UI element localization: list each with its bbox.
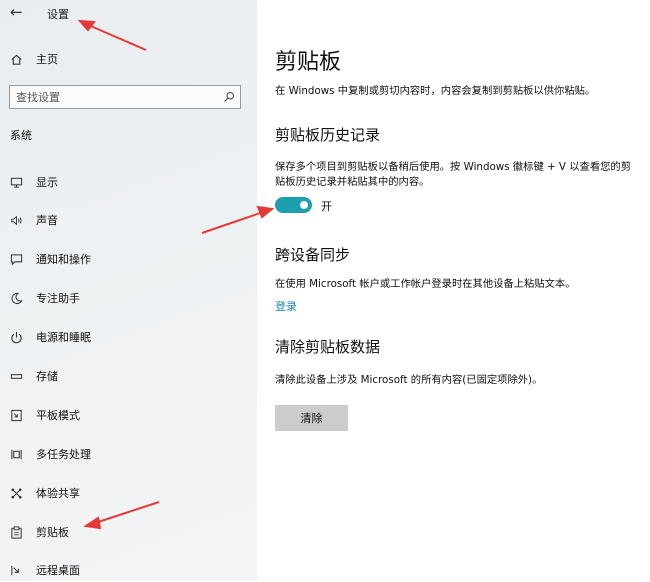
toggle-state-label: 开 xyxy=(321,200,332,213)
speaker-icon xyxy=(9,213,23,227)
sidebar-item-home[interactable]: 主页 xyxy=(0,47,257,71)
content-pane: 剪贴板 在 Windows 中复制或剪切内容时，内容会复制到剪贴板以供你粘贴。 … xyxy=(257,0,650,581)
sidebar-item-tablet-mode[interactable]: 平板模式 xyxy=(0,403,257,427)
sidebar-item-label: 多任务处理 xyxy=(36,448,91,461)
clear-button[interactable]: 清除 xyxy=(275,405,348,431)
search-input[interactable] xyxy=(10,89,218,105)
sign-in-link[interactable]: 登录 xyxy=(275,298,297,314)
remote-icon xyxy=(9,563,23,577)
sidebar-item-label: 声音 xyxy=(36,214,58,227)
page-title: 剪贴板 xyxy=(275,50,342,75)
sidebar-item-storage[interactable]: 存储 xyxy=(0,364,257,388)
sidebar-item-focus-assist[interactable]: 专注助手 xyxy=(0,286,257,310)
sidebar-item-label: 电源和睡眠 xyxy=(36,331,91,344)
sidebar-item-power-sleep[interactable]: 电源和睡眠 xyxy=(0,325,257,349)
sidebar-item-label: 显示 xyxy=(36,176,58,189)
sidebar-item-label: 剪贴板 xyxy=(36,526,69,539)
section-label: 系统 xyxy=(10,129,32,142)
sync-description: 在使用 Microsoft 帐户或工作帐户登录时在其他设备上粘贴文本。 xyxy=(275,278,576,290)
share-icon xyxy=(9,486,23,500)
sidebar-item-label: 体验共享 xyxy=(36,487,80,500)
sidebar-item-notifications[interactable]: 通知和操作 xyxy=(0,247,257,271)
sidebar-item-shared-experiences[interactable]: 体验共享 xyxy=(0,481,257,505)
sidebar-item-label: 平板模式 xyxy=(36,409,80,422)
search-box xyxy=(9,85,241,109)
tablet-icon xyxy=(9,408,23,422)
message-icon xyxy=(9,252,23,266)
intro-text: 在 Windows 中复制或剪切内容时，内容会复制到剪贴板以供你粘贴。 xyxy=(275,85,596,97)
sidebar-item-label: 专注助手 xyxy=(36,292,80,305)
toggle-knob xyxy=(300,201,308,209)
title-bar: ← 设置 xyxy=(0,0,257,30)
storage-icon xyxy=(9,369,23,383)
app-title: 设置 xyxy=(47,8,69,21)
clear-heading: 清除剪贴板数据 xyxy=(275,338,381,356)
sync-heading: 跨设备同步 xyxy=(275,246,351,264)
back-button[interactable]: ← xyxy=(10,3,23,21)
sidebar: ← 设置 主页 系统 显示 声音 通知和操作 专 xyxy=(0,0,257,581)
search-icon[interactable] xyxy=(218,91,240,103)
sidebar-item-multitasking[interactable]: 多任务处理 xyxy=(0,442,257,466)
clipboard-icon xyxy=(9,525,23,539)
sidebar-item-remote-desktop[interactable]: 远程桌面 xyxy=(0,558,257,582)
history-toggle[interactable] xyxy=(275,197,312,213)
sidebar-item-sound[interactable]: 声音 xyxy=(0,208,257,232)
power-icon xyxy=(9,330,23,344)
sidebar-item-label: 存储 xyxy=(36,370,58,383)
history-description: 保存多个项目到剪贴板以备稍后使用。按 Windows 徽标键 + V 以查看您的… xyxy=(275,161,632,188)
multitask-icon xyxy=(9,447,23,461)
sidebar-item-label: 远程桌面 xyxy=(36,564,80,577)
sidebar-item-label: 主页 xyxy=(36,53,58,66)
sidebar-item-display[interactable]: 显示 xyxy=(0,170,257,194)
sidebar-item-label: 通知和操作 xyxy=(36,253,91,266)
home-icon xyxy=(9,52,23,66)
monitor-icon xyxy=(9,175,23,189)
moon-icon xyxy=(9,291,23,305)
history-heading: 剪贴板历史记录 xyxy=(275,126,381,144)
clear-description: 清除此设备上涉及 Microsoft 的所有内容(已固定项除外)。 xyxy=(275,374,543,386)
sidebar-item-clipboard[interactable]: 剪贴板 xyxy=(0,520,257,544)
